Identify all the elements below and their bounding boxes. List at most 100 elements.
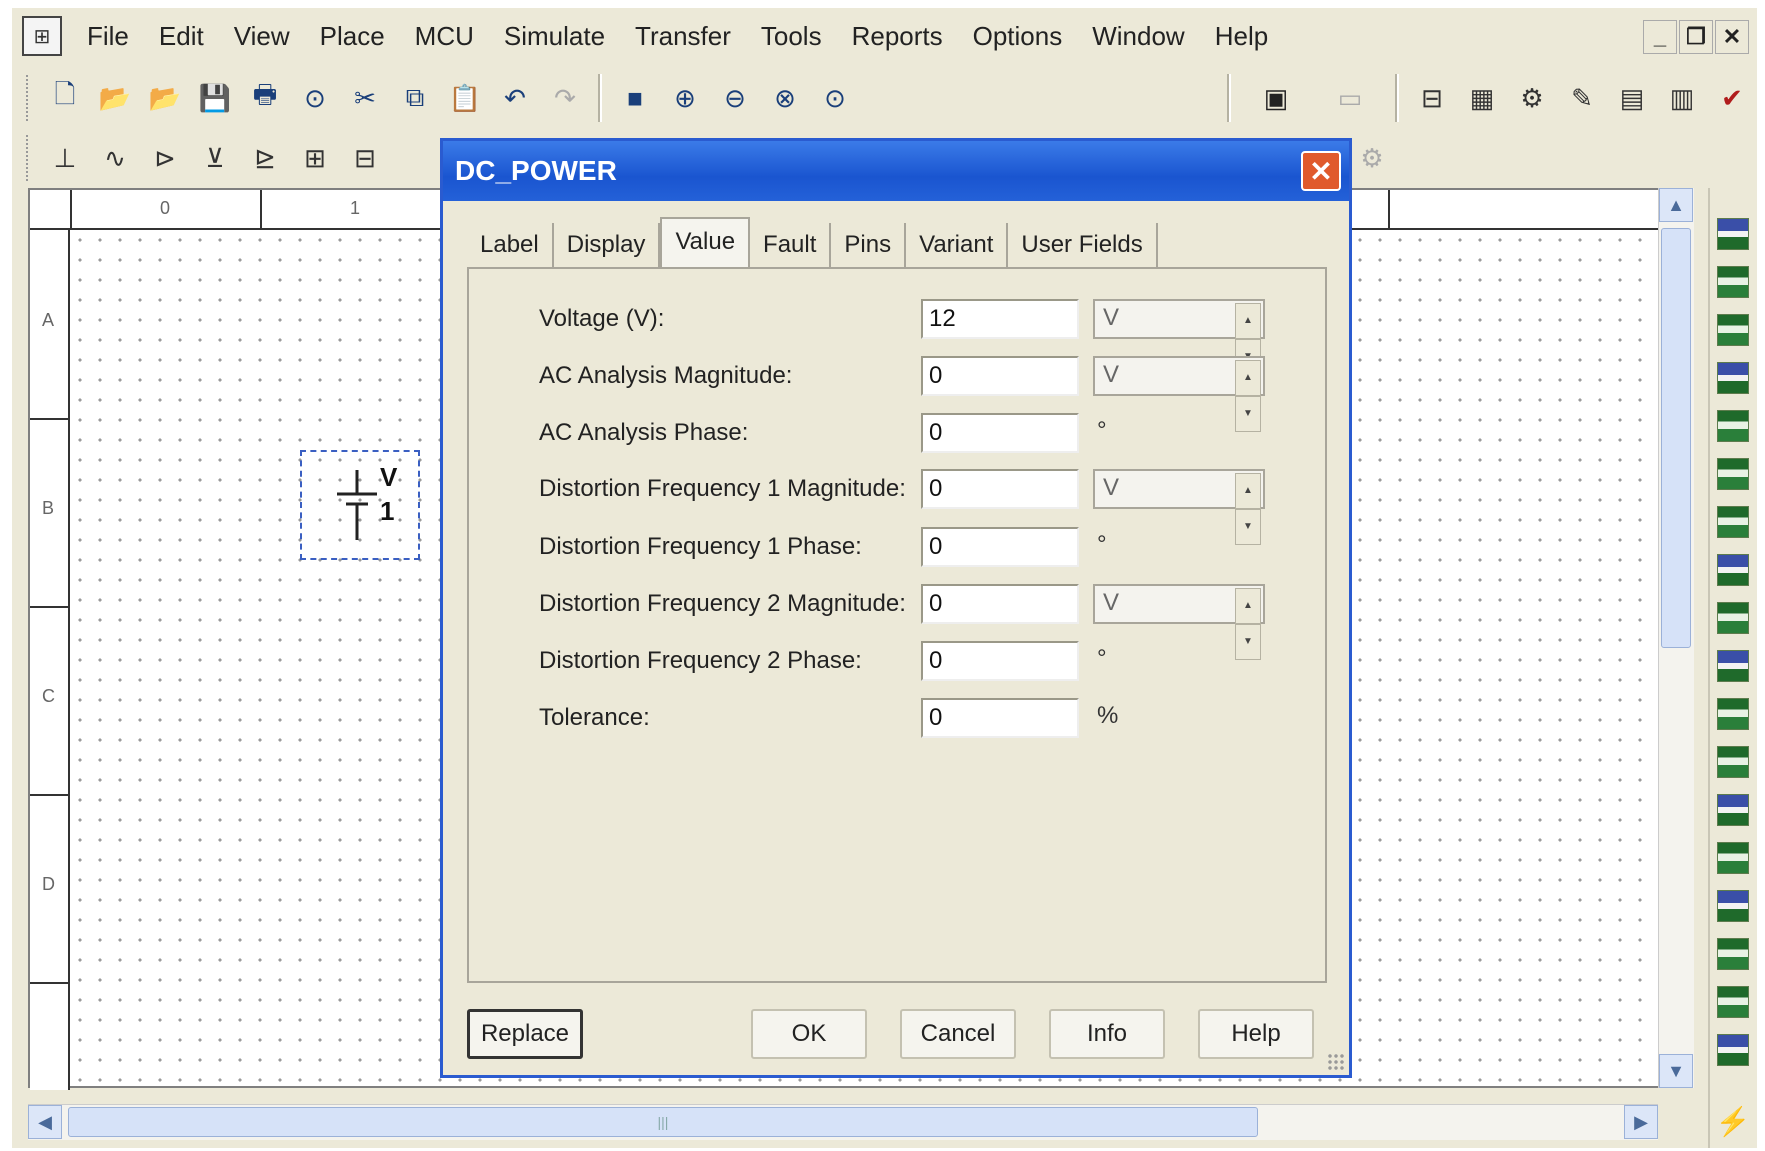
network-analyzer-icon[interactable]: [1717, 842, 1749, 874]
distortion-analyzer-icon[interactable]: [1717, 746, 1749, 778]
save-icon[interactable]: 💾: [192, 75, 238, 121]
replace-button[interactable]: Replace: [467, 1009, 583, 1059]
print-preview-icon[interactable]: ⊙: [292, 75, 338, 121]
distortion-f1-magnitude-unit-select[interactable]: V ▲ ▼: [1093, 469, 1265, 545]
redo-icon[interactable]: ↷: [542, 75, 588, 121]
dialog-title[interactable]: DC_POWER: [443, 141, 1349, 201]
spin-up-icon[interactable]: ▲: [1235, 473, 1261, 509]
copy-icon[interactable]: ⧉: [392, 75, 438, 121]
horizontal-scroll-thumb[interactable]: |||: [68, 1107, 1258, 1137]
menu-options[interactable]: Options: [958, 8, 1078, 64]
diode-icon[interactable]: ⊳: [142, 135, 188, 181]
full-screen-icon[interactable]: ■: [612, 75, 658, 121]
toolbar-grip[interactable]: [26, 135, 32, 181]
agilent-generator-icon[interactable]: [1717, 890, 1749, 922]
component-wizard-icon[interactable]: ✎: [1559, 75, 1605, 121]
tab-display[interactable]: Display: [554, 223, 661, 267]
analog-icon[interactable]: ⊵: [242, 135, 288, 181]
vertical-scrollbar[interactable]: ▲ ▼: [1658, 188, 1694, 1088]
zoom-fit-icon[interactable]: ⊙: [812, 75, 858, 121]
ac-magnitude-unit-spinner[interactable]: ▲ ▼: [1235, 360, 1261, 432]
ac-phase-input[interactable]: 0: [921, 413, 1079, 453]
agilent-multimeter-icon[interactable]: [1717, 938, 1749, 970]
vertical-scroll-thumb[interactable]: [1661, 228, 1691, 648]
dialog-resize-grip[interactable]: [1327, 1053, 1345, 1071]
logic-converter-icon[interactable]: [1717, 650, 1749, 682]
frequency-counter-icon[interactable]: [1717, 506, 1749, 538]
distortion-f2-phase-input[interactable]: 0: [921, 641, 1079, 681]
tab-pins[interactable]: Pins: [831, 223, 907, 267]
ok-button[interactable]: OK: [751, 1009, 867, 1059]
ac-magnitude-unit-select[interactable]: V ▲ ▼: [1093, 356, 1265, 432]
restore-button[interactable]: ❐: [1679, 20, 1713, 54]
source-icon[interactable]: ⊥: [42, 135, 88, 181]
word-generator-icon[interactable]: [1717, 554, 1749, 586]
hierarchy-icon[interactable]: ⊟: [1409, 75, 1455, 121]
menu-reports[interactable]: Reports: [837, 8, 958, 64]
place-misc-icon[interactable]: ⚙: [1349, 135, 1395, 181]
toolbar-grip[interactable]: [26, 75, 32, 121]
menu-file[interactable]: File: [72, 8, 144, 64]
spin-up-icon[interactable]: ▲: [1235, 360, 1261, 396]
measurement-probe-icon[interactable]: ⚡: [1716, 1105, 1751, 1138]
app-icon[interactable]: ⊞: [22, 16, 62, 56]
simulate-switch-icon[interactable]: ▣: [1241, 75, 1311, 121]
cmos-icon[interactable]: ⊟: [342, 135, 388, 181]
database-manager-icon[interactable]: ⚙: [1509, 75, 1555, 121]
open-folder-icon[interactable]: 📂: [92, 75, 138, 121]
scroll-up-icon[interactable]: ▲: [1659, 188, 1693, 222]
distortion-f2-magnitude-unit-spinner[interactable]: ▲ ▼: [1235, 588, 1261, 660]
four-channel-oscilloscope-icon[interactable]: [1717, 410, 1749, 442]
distortion-f1-phase-input[interactable]: 0: [921, 527, 1079, 567]
menu-view[interactable]: View: [219, 8, 305, 64]
wattmeter-icon[interactable]: [1717, 314, 1749, 346]
voltage-unit-spinner[interactable]: ▲▼: [1235, 303, 1261, 375]
menu-window[interactable]: Window: [1077, 8, 1199, 64]
open-samples-icon[interactable]: 📂: [142, 75, 188, 121]
menu-transfer[interactable]: Transfer: [620, 8, 746, 64]
zoom-area-icon[interactable]: ⊗: [762, 75, 808, 121]
voltage-unit-select[interactable]: V ▲▼: [1093, 299, 1265, 375]
cancel-button[interactable]: Cancel: [900, 1009, 1016, 1059]
print-icon[interactable]: 🖶: [242, 75, 288, 121]
tab-variant[interactable]: Variant: [906, 223, 1009, 267]
oscilloscope-icon[interactable]: [1717, 362, 1749, 394]
spin-up-icon[interactable]: ▲: [1235, 588, 1261, 624]
spreadsheet-icon[interactable]: ▦: [1459, 75, 1505, 121]
multimeter-icon[interactable]: [1717, 218, 1749, 250]
tab-value[interactable]: Value: [660, 217, 751, 269]
undo-icon[interactable]: ↶: [492, 75, 538, 121]
help-button[interactable]: Help: [1198, 1009, 1314, 1059]
bode-plotter-icon[interactable]: [1717, 458, 1749, 490]
distortion-f1-magnitude-input[interactable]: 0: [921, 469, 1079, 509]
close-button[interactable]: ✕: [1715, 20, 1749, 54]
menu-mcu[interactable]: MCU: [400, 8, 489, 64]
erc-icon[interactable]: ✔: [1709, 75, 1755, 121]
tolerance-input[interactable]: 0: [921, 698, 1079, 738]
cut-icon[interactable]: ✂: [342, 75, 388, 121]
scroll-left-icon[interactable]: ◀: [28, 1105, 62, 1139]
tab-fault[interactable]: Fault: [750, 223, 832, 267]
zoom-in-icon[interactable]: ⊕: [662, 75, 708, 121]
tektronix-oscilloscope-icon[interactable]: [1717, 1034, 1749, 1066]
distortion-f1-magnitude-unit-spinner[interactable]: ▲ ▼: [1235, 473, 1261, 545]
resistor-icon[interactable]: ∿: [92, 135, 138, 181]
iv-analyzer-icon[interactable]: [1717, 698, 1749, 730]
new-file-icon[interactable]: 🗋: [42, 75, 88, 121]
dialog-close-icon[interactable]: ✕: [1301, 151, 1341, 191]
minimize-button[interactable]: _: [1643, 20, 1677, 54]
pause-switch-icon[interactable]: ▭: [1315, 75, 1385, 121]
spectrum-analyzer-icon[interactable]: [1717, 794, 1749, 826]
distortion-f2-magnitude-unit-select[interactable]: V ▲ ▼: [1093, 584, 1265, 660]
ac-magnitude-input[interactable]: 0: [921, 356, 1079, 396]
info-button[interactable]: Info: [1049, 1009, 1165, 1059]
dc-power-component[interactable]: V 1: [300, 450, 420, 560]
ttl-icon[interactable]: ⊞: [292, 135, 338, 181]
menu-help[interactable]: Help: [1200, 8, 1283, 64]
zoom-out-icon[interactable]: ⊖: [712, 75, 758, 121]
function-generator-icon[interactable]: [1717, 266, 1749, 298]
tab-label[interactable]: Label: [467, 223, 554, 267]
menu-tools[interactable]: Tools: [746, 8, 837, 64]
menu-simulate[interactable]: Simulate: [489, 8, 620, 64]
menu-edit[interactable]: Edit: [144, 8, 219, 64]
